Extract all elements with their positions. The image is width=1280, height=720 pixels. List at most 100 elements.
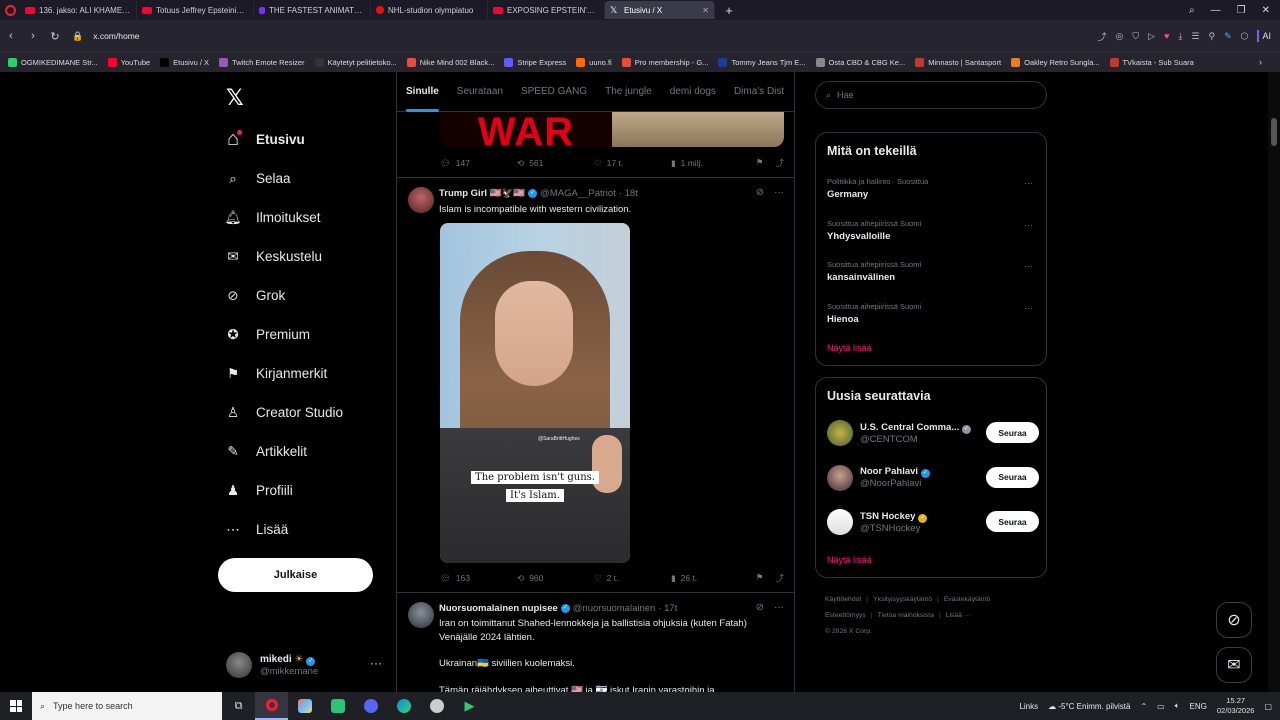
footer-link[interactable]: © 2026 X Corp. [825,628,872,635]
browser-tab[interactable]: EXPOSING EPSTEIN'S ZOR [488,1,605,19]
language-indicator[interactable]: ENG [1190,702,1207,711]
messages-fab-icon[interactable]: ✉ [1216,647,1252,683]
post-author-handle[interactable]: @MAGA__Patriot [540,188,616,199]
scrollbar-thumb[interactable] [1271,118,1277,146]
x-logo-icon[interactable]: 𝕏 [226,86,244,111]
show-more-link[interactable]: Näytä lisää [827,555,872,565]
close-window-icon[interactable]: ✕ [1262,5,1270,16]
user-icon[interactable]: ⚲ [1208,31,1215,42]
app-taskbar-icon[interactable] [321,692,354,720]
bookmark-icon[interactable]: ⚑ [756,572,764,584]
bookmark-item[interactable]: Pro membership - G... [621,58,708,67]
more-icon[interactable]: ··· [1024,178,1033,188]
app-taskbar-icon[interactable] [420,692,453,720]
share-icon[interactable]: ⤴ [1098,30,1107,43]
app-taskbar-icon[interactable] [288,692,321,720]
snapshot-icon[interactable]: ◎ [1116,31,1124,42]
back-icon[interactable]: ‹ [0,30,22,42]
like-button[interactable]: ♡ 2 t. [594,573,671,584]
post-button[interactable]: Julkaise [218,558,373,592]
trend-item[interactable]: Politiikka ja hallinto · Suosittua German… [827,177,1037,200]
bookmark-item[interactable]: Stripe Express [504,58,566,67]
more-icon[interactable]: ··· [774,602,784,613]
sidebar-item-creator-studio[interactable]: ♙ Creator Studio [224,393,394,432]
more-icon[interactable]: ··· [774,187,784,198]
bookmark-item[interactable]: YouTube [107,58,150,67]
reply-button[interactable]: 💬︎ 163 [440,573,517,584]
sidebar-item-artikkelit[interactable]: ✎ Artikkelit [224,432,394,471]
search-input[interactable]: ⌕ Hae [815,81,1047,109]
player-icon[interactable]: ▷ [1148,31,1155,42]
follow-suggestion[interactable]: TSN Hockey ✓ @TSNHockey Seuraa [827,506,1039,538]
network-icon[interactable]: ▭ [1157,702,1165,711]
grok-fab-icon[interactable]: ⊘ [1216,602,1252,638]
footer-link[interactable]: Käyttöehdot [825,596,861,603]
links-toolbar[interactable]: Links [1019,702,1038,711]
bookmark-item[interactable]: Nike Mind 002 Black... [406,58,494,67]
grok-icon[interactable]: ⊘ [756,187,764,198]
lock-icon[interactable]: 🔒 [72,31,83,42]
repost-button[interactable]: ⟲ 960 [517,573,594,584]
bookmark-item[interactable]: uuno.fi [576,58,612,67]
browser-tab-active[interactable]: 𝕏 Etusivu / X ✕ [605,1,715,19]
download-icon[interactable]: ⤓ [1178,31,1182,42]
more-icon[interactable]: ··· [370,656,382,670]
taskbar-search-input[interactable]: ⌕ Type here to search [32,692,222,720]
bookmark-item[interactable]: Etusivu / X [160,58,209,67]
volume-icon[interactable]: 🔈︎ [1175,701,1180,711]
close-tab-icon[interactable]: ✕ [702,6,709,15]
avatar[interactable] [408,187,434,213]
share-icon[interactable]: ⤴ [775,572,784,584]
notifications-icon[interactable]: ▢ [1264,702,1272,711]
sidebar-item-keskustelu[interactable]: ✉ Keskustelu [224,237,394,276]
url-field[interactable]: x.com/home [93,31,139,41]
bookmark-item[interactable]: Twitch Emote Resizer [219,58,305,67]
views-button[interactable]: ▮ 1 milj. [671,158,756,169]
heart-icon[interactable]: ♥ [1164,31,1169,41]
share-icon[interactable]: ⤴ [775,157,784,169]
like-button[interactable]: ♡ 17 t. [594,158,671,169]
trend-item[interactable]: Suosittua aihepiirissä Suomi Hienoa ··· [827,302,1037,325]
follow-suggestion[interactable]: Noor Pahlavi ✓ @NoorPahlavi Seuraa [827,462,1039,494]
browser-tab[interactable]: NHL-studion olympiatuo [371,1,488,19]
minimize-icon[interactable]: — [1211,5,1221,16]
timeline-tab[interactable]: Dima's Dist [725,72,793,112]
sidebar-item-ilmoitukset[interactable]: 🔔︎ Ilmoitukset [224,198,394,237]
post-author-handle[interactable]: @nuorsuomalainen [573,603,656,614]
bookmark-icon[interactable]: ⚑ [756,157,764,169]
follow-button[interactable]: Seuraa [986,466,1039,488]
clock[interactable]: 15.27 02/03/2026 [1217,696,1255,716]
forward-icon[interactable]: › [22,30,44,42]
shield-icon[interactable]: ⛉ [1132,31,1139,42]
browser-tab[interactable]: 136. jakso: ALI KHAMENEI [20,1,137,19]
bookmark-item[interactable]: Käytetyt pelitietoko... [314,58,397,67]
sidebar-item-grok[interactable]: ⊘ Grok [224,276,394,315]
sidebar-item-lis-[interactable]: ⋯ Lisää [224,510,394,549]
reply-button[interactable]: 💬︎ 147 [440,158,517,169]
more-icon[interactable]: ··· [1024,303,1033,313]
timeline-tab[interactable]: Sinulle [397,72,448,112]
opera-logo-icon[interactable] [0,0,20,20]
bookmark-item[interactable]: Tommy Jeans Tjm E... [718,58,806,67]
chevron-up-icon[interactable]: ⌃ [1140,702,1147,711]
post-author-name[interactable]: Trump Girl 🇺🇸🦅🇺🇸 [439,188,525,199]
timeline-tab[interactable]: Seurataan [448,72,512,112]
timeline-tab[interactable]: The jungle [596,72,661,112]
footer-link[interactable]: Evästekäytäntö [944,596,990,603]
cube-icon[interactable]: ⬡ [1241,31,1249,42]
bookmark-item[interactable]: Minnasto | Santasport [915,58,1001,67]
trend-item[interactable]: Suosittua aihepiirissä Suomi kansainvälin… [827,260,1037,283]
extension-icon[interactable]: ✎ [1224,31,1232,42]
follow-button[interactable]: Seuraa [986,511,1039,532]
new-tab-icon[interactable]: + [721,3,737,18]
post-author-name[interactable]: Nuorsuomalainen nupisee [439,603,558,614]
bookmark-item[interactable]: Oakley Retro Sungla... [1011,58,1100,67]
discord-taskbar-icon[interactable] [354,692,387,720]
sidebar-item-kirjanmerkit[interactable]: ⚑ Kirjanmerkit [224,354,394,393]
bookmark-item[interactable]: Osta CBD & CBG Ke... [815,58,905,67]
browser-tab[interactable]: THE FASTEST ANIMATRONI [254,1,371,19]
search-icon[interactable]: ⌕ [1189,5,1195,16]
more-icon[interactable]: ··· [1024,261,1033,271]
follow-button[interactable]: Seuraa [986,422,1039,443]
post-video[interactable]: @SaraBrittHughes The problem isn't guns.… [440,223,630,563]
